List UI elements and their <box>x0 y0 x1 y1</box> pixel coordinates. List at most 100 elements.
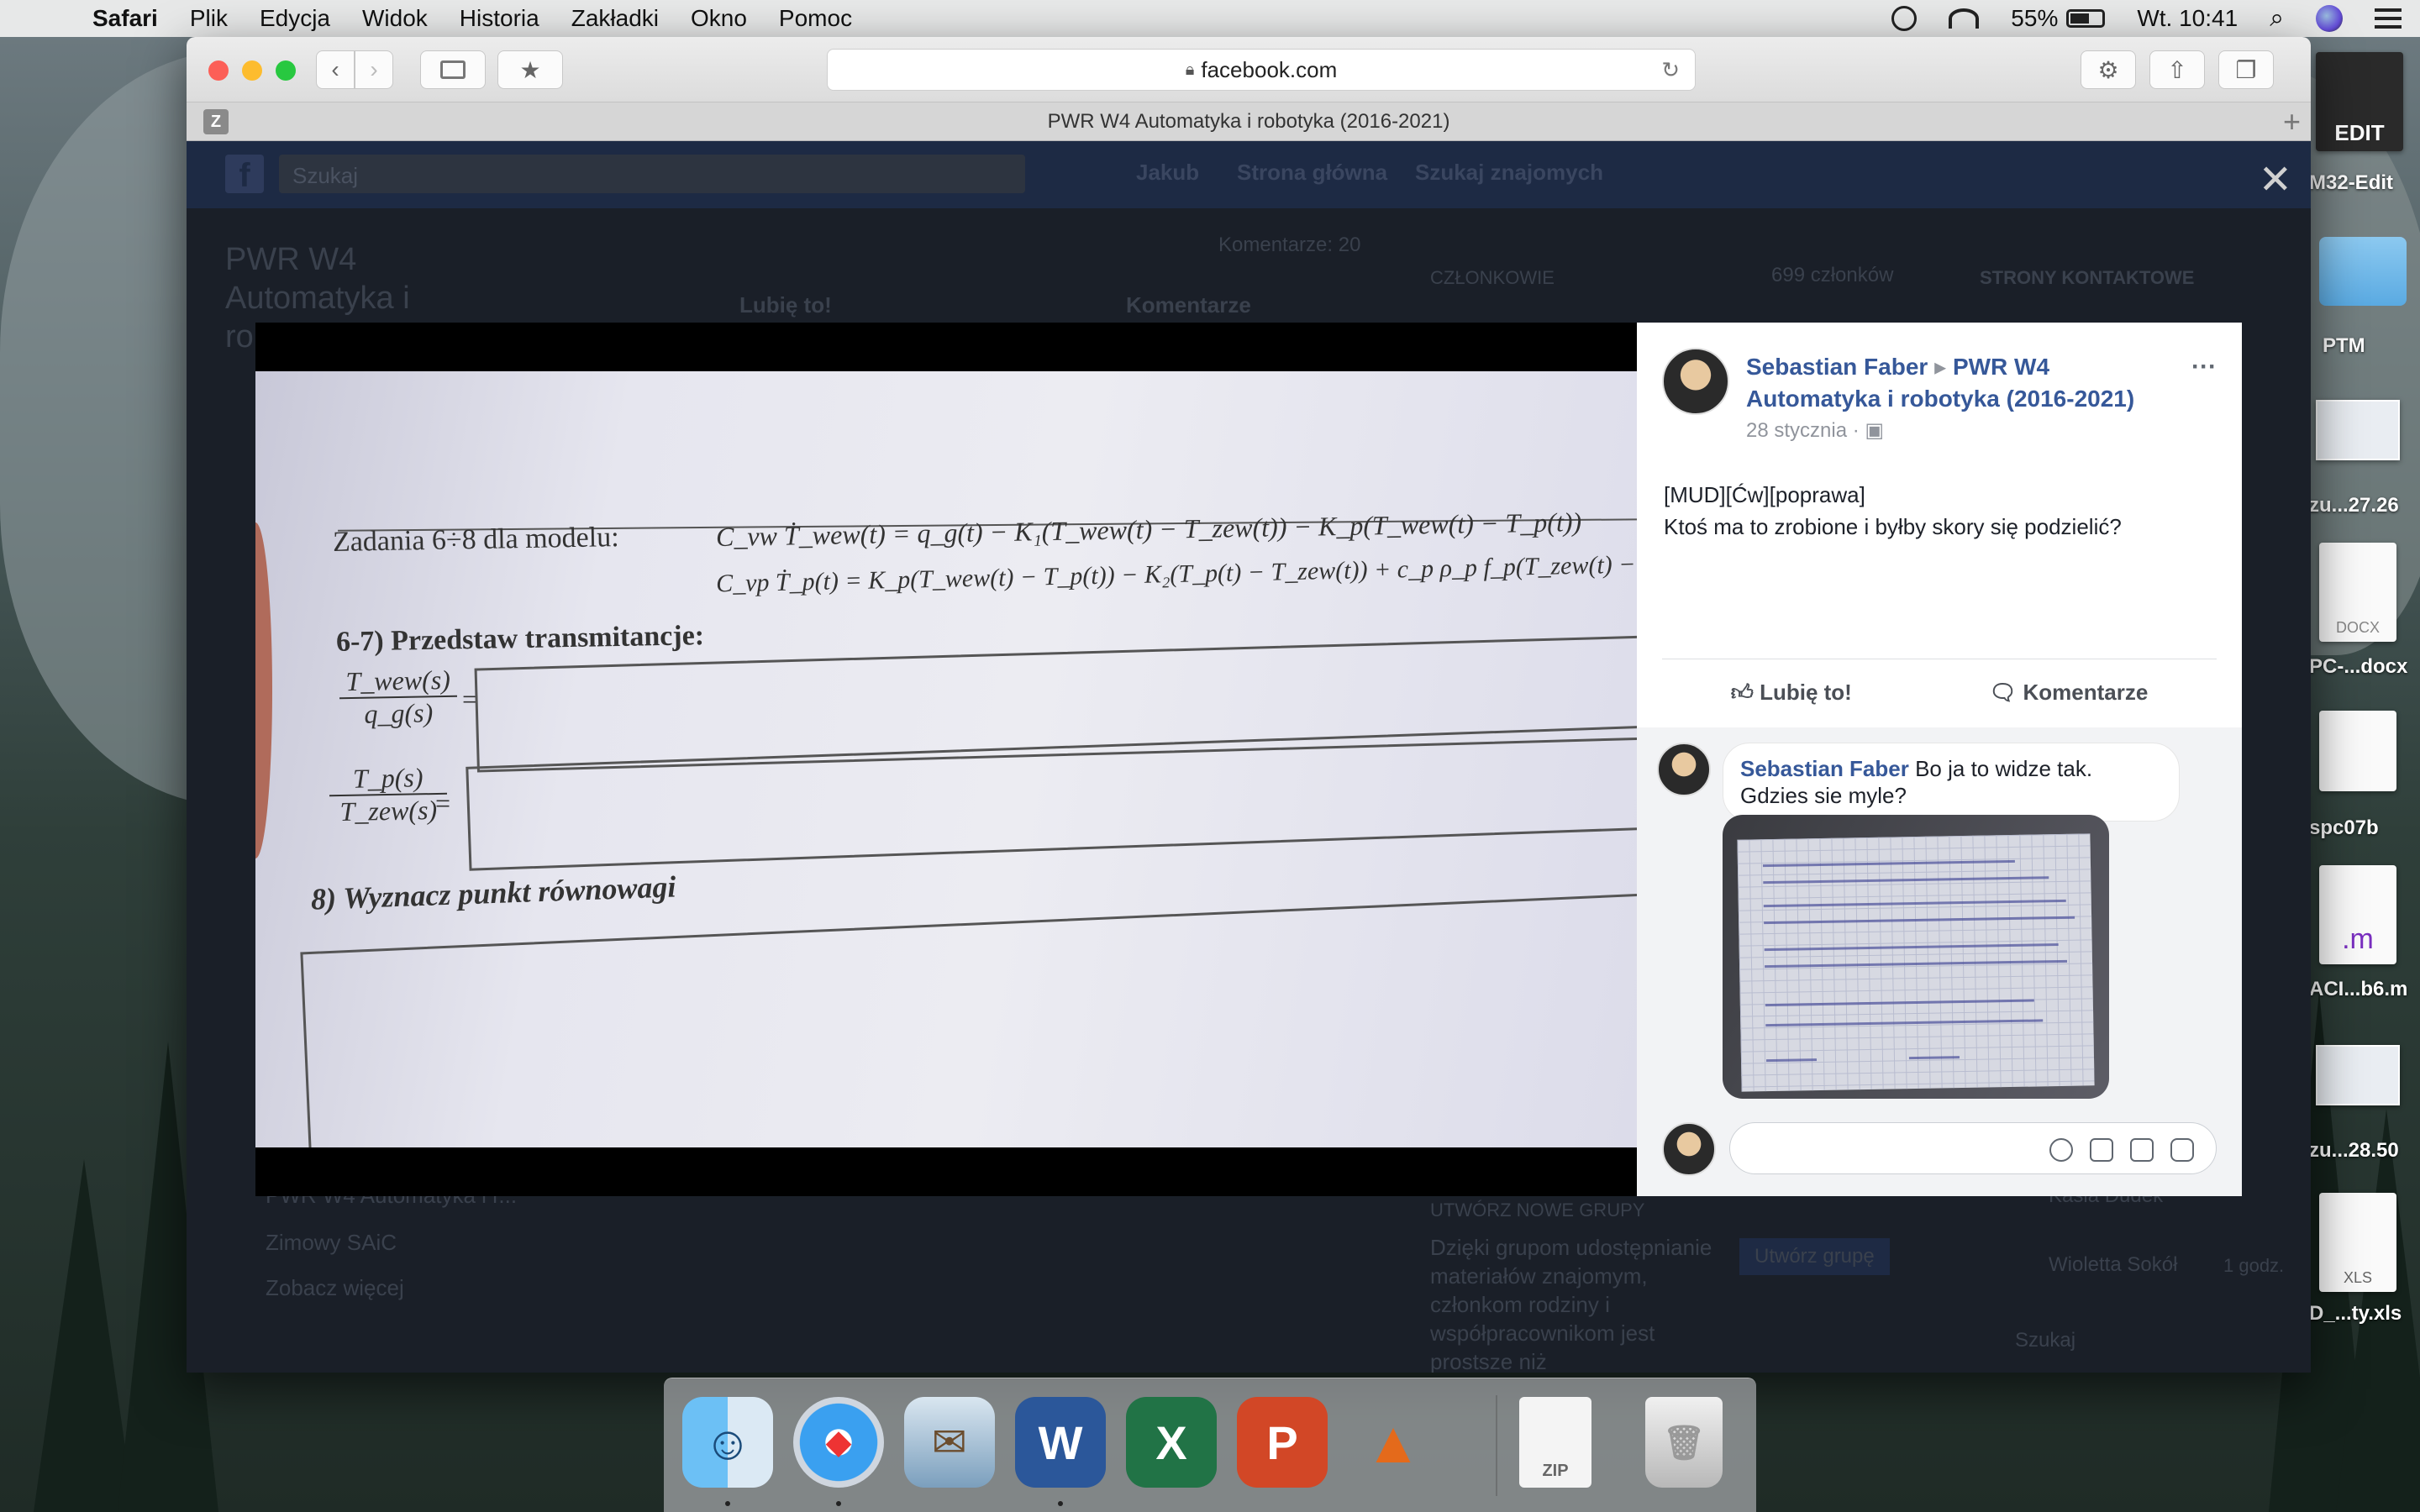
gif-icon[interactable] <box>2130 1138 2154 1162</box>
menu-zakladki[interactable]: Zakładki <box>571 5 659 32</box>
author-avatar[interactable] <box>1662 348 1729 415</box>
menu-app-safari[interactable]: Safari <box>92 5 158 32</box>
url-text: facebook.com <box>1201 56 1338 82</box>
commenter-avatar[interactable] <box>1657 743 1711 796</box>
screenshot-thumbnail[interactable] <box>2316 400 2400 460</box>
facebook-logo-icon[interactable]: f <box>225 155 264 194</box>
powerpoint-app-icon[interactable]: P <box>1237 1397 1328 1488</box>
post-options-icon[interactable]: ··· <box>2191 353 2217 381</box>
menu-edycja[interactable]: Edycja <box>260 5 330 32</box>
xls-file-icon[interactable]: XLS <box>2319 1193 2396 1292</box>
notification-center-icon[interactable] <box>2375 8 2402 29</box>
close-lightbox-icon[interactable]: ✕ <box>2259 156 2292 203</box>
nav-home[interactable]: Strona główna <box>1237 160 1387 186</box>
zip-archive-icon[interactable]: ZIP <box>1519 1397 1591 1488</box>
word-app-icon[interactable]: W <box>1015 1397 1106 1488</box>
m32-edit-app-icon[interactable]: EDIT <box>2316 52 2403 151</box>
back-button[interactable]: ‹ <box>316 50 355 89</box>
create-group-button-dimmed[interactable]: Utwórz grupę <box>1739 1238 1890 1275</box>
m32-tag: EDIT <box>2334 120 2385 145</box>
menu-pomoc[interactable]: Pomoc <box>779 5 852 32</box>
reload-icon[interactable]: ↻ <box>1661 57 1680 83</box>
tabs-icon: ❐ <box>2235 56 2257 83</box>
file6-label: D_...ty.xls <box>2309 1302 2402 1325</box>
nav-find-friends[interactable]: Szukaj znajomych <box>1415 160 1603 186</box>
m-file-icon[interactable]: .m <box>2319 865 2396 964</box>
task-heading: Zadania 6÷8 dla modelu: <box>332 522 619 558</box>
menu-widok[interactable]: Widok <box>362 5 428 32</box>
mail-app-icon[interactable]: ✉ <box>904 1397 995 1488</box>
spc07b-file-icon[interactable] <box>2319 711 2396 791</box>
dock: ☺ ◆ ✉ W X P ▲ ZIP 🗑︎ <box>664 1378 1756 1512</box>
screenshot-thumbnail-2[interactable] <box>2316 1045 2400 1105</box>
matlab-app-icon[interactable]: ▲ <box>1348 1397 1439 1488</box>
excel-app-icon[interactable]: X <box>1126 1397 1217 1488</box>
menu-okno[interactable]: Okno <box>691 5 747 32</box>
post-body: [MUD][Ćw][poprawa] Ktoś ma to zrobione i… <box>1664 479 2122 543</box>
camera-icon[interactable] <box>2090 1138 2113 1162</box>
docx-file-icon[interactable]: DOCX <box>2319 543 2396 642</box>
menu-plik[interactable]: Plik <box>190 5 228 32</box>
like-dimmed: Lubię to! <box>739 292 832 318</box>
fraction-1-den: q_g(s) <box>364 697 434 729</box>
comment-input[interactable] <box>1729 1122 2217 1174</box>
time-machine-icon[interactable] <box>1891 6 1918 31</box>
pinned-tab-favicon[interactable]: Z <box>203 109 229 134</box>
comment-author-link[interactable]: Sebastian Faber <box>1740 756 1909 781</box>
chat-search-dimmed: Szukaj <box>2015 1329 2076 1352</box>
menu-historia[interactable]: Historia <box>460 5 539 32</box>
siri-icon[interactable] <box>2316 5 2343 32</box>
like-button[interactable]: 👍︎ Lubię to! <box>1731 680 1852 706</box>
sidebar-icon <box>440 60 466 79</box>
share-icon: ⇧ <box>2167 56 2187 83</box>
safari-window: ‹ › ★ 🔒︎ facebook.com ↻ ⚙ ⇧ ❐ Z PWR W4 A… <box>187 37 2311 1373</box>
finder-app-icon[interactable]: ☺ <box>682 1397 773 1488</box>
trash-icon[interactable]: 🗑︎ <box>1645 1397 1723 1488</box>
comment-dimmed: Komentarze <box>1126 292 1251 318</box>
post-line-1: [MUD][Ćw][poprawa] <box>1664 482 1865 507</box>
comment-button[interactable]: 🗨︎ Komentarze <box>1989 680 2148 706</box>
answer-box-3 <box>300 892 1637 1147</box>
share-button[interactable]: ⇧ <box>2149 50 2205 89</box>
lightbox-photo[interactable]: Zadania 6÷8 dla modelu: C_vw Ṫ_wew(t) = … <box>255 323 1637 1196</box>
address-bar[interactable]: 🔒︎ facebook.com ↻ <box>827 49 1696 91</box>
sticker-icon[interactable] <box>2170 1138 2194 1162</box>
contacts-label-dimmed: STRONY KONTAKTOWE <box>1980 267 2195 288</box>
safari-running-dot <box>836 1501 841 1506</box>
new-tab-button[interactable]: + <box>2283 104 2301 139</box>
tabs-overview-button[interactable]: ❐ <box>2218 50 2274 89</box>
nav-profile-jakub[interactable]: Jakub <box>1136 160 1199 186</box>
ptm-folder-icon[interactable] <box>2319 237 2407 306</box>
new-group-text-dimmed: Dzięki grupom udostępnianie materiałów z… <box>1430 1235 1712 1373</box>
zoom-window-button[interactable] <box>276 60 296 81</box>
post-date[interactable]: 28 stycznia <box>1746 419 1847 442</box>
battery-status[interactable]: 55% <box>2011 5 2106 32</box>
menubar-clock[interactable]: Wt. 10:41 <box>2137 5 2238 32</box>
fraction-2-den: T_zew(s) <box>339 794 438 827</box>
tab-active-title[interactable]: PWR W4 Automatyka i robotyka (2016-2021) <box>1048 110 1450 134</box>
post-author-link[interactable]: Sebastian Faber <box>1746 354 1928 380</box>
spotlight-search-icon[interactable]: ⌕ <box>2270 4 2284 33</box>
emoji-icon[interactable] <box>2049 1138 2073 1162</box>
facebook-search-input[interactable]: Szukaj <box>279 155 1025 193</box>
extension-button[interactable]: ⚙ <box>2081 50 2136 89</box>
file4-label: ACI...b6.m <box>2309 978 2408 1000</box>
sidebar-toggle-button[interactable] <box>420 50 486 89</box>
m-tag: .m <box>2342 923 2374 955</box>
safari-app-icon[interactable]: ◆ <box>793 1397 884 1488</box>
sidebar-winter-dimmed: Zimowy SAiC <box>266 1230 397 1255</box>
forward-button[interactable]: › <box>355 50 393 89</box>
fraction-1-num: T_wew(s) <box>339 664 458 700</box>
minimize-window-button[interactable] <box>242 60 262 81</box>
wifi-icon[interactable] <box>1949 8 1980 29</box>
ptm-label: PTM <box>2323 334 2365 357</box>
new-group-label-dimmed: UTWÓRZ NOWE GRUPY <box>1430 1200 1645 1221</box>
current-user-avatar[interactable] <box>1662 1122 1716 1176</box>
comment-attached-photo[interactable] <box>1723 815 2109 1099</box>
top-sites-button[interactable]: ★ <box>497 50 563 89</box>
close-window-button[interactable] <box>208 60 229 81</box>
fraction-2: T_p(s) T_zew(s) <box>329 761 448 827</box>
battery-icon <box>2066 9 2106 28</box>
like-label: Lubię to! <box>1760 680 1852 705</box>
sidebar-more-dimmed: Zobacz więcej <box>266 1275 404 1300</box>
